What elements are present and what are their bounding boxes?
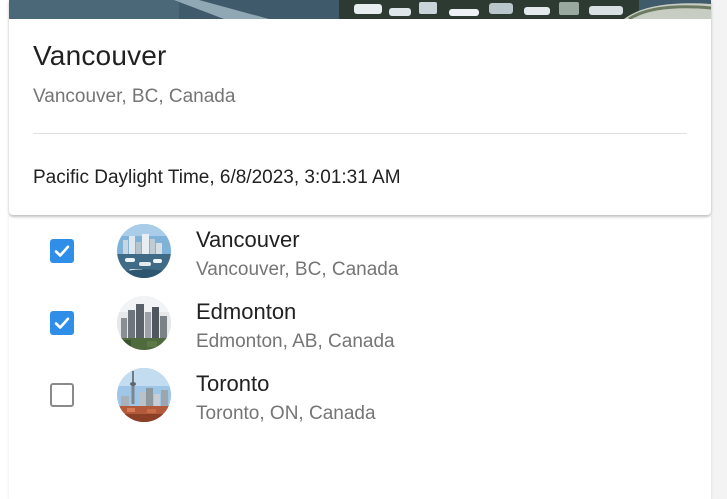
list-item-edmonton[interactable]: Edmonton Edmonton, AB, Canada (9, 287, 711, 359)
checkbox-edmonton[interactable] (50, 311, 74, 335)
list-item-subtitle: Toronto, ON, Canada (196, 403, 376, 424)
list-item-title: Toronto (196, 371, 270, 396)
list-item-title: Vancouver (196, 227, 300, 252)
card-title: Vancouver (33, 40, 167, 71)
city-list: Vancouver Vancouver, BC, Canada Edmonton… (9, 215, 711, 499)
list-item-vancouver[interactable]: Vancouver Vancouver, BC, Canada (9, 215, 711, 287)
check-icon (54, 317, 70, 329)
list-item-title: Edmonton (196, 299, 297, 324)
toronto-photo-icon (117, 368, 171, 422)
checkbox-toronto[interactable] (50, 383, 74, 407)
card-subtitle: Vancouver, BC, Canada (33, 86, 236, 107)
vancouver-photo-icon (117, 224, 171, 278)
hero-image (9, 0, 711, 19)
page-edge (711, 0, 727, 499)
card-divider (33, 133, 687, 134)
checkbox-vancouver[interactable] (50, 239, 74, 263)
edmonton-photo-icon (117, 296, 171, 350)
check-icon (54, 245, 70, 257)
local-time-text: Pacific Daylight Time, 6/8/2023, 3:01:31… (33, 167, 401, 188)
city-detail-card: Vancouver Vancouver, BC, Canada Pacific … (9, 0, 711, 215)
list-item-toronto[interactable]: Toronto Toronto, ON, Canada (9, 359, 711, 431)
list-item-subtitle: Vancouver, BC, Canada (196, 259, 399, 280)
list-item-subtitle: Edmonton, AB, Canada (196, 331, 395, 352)
